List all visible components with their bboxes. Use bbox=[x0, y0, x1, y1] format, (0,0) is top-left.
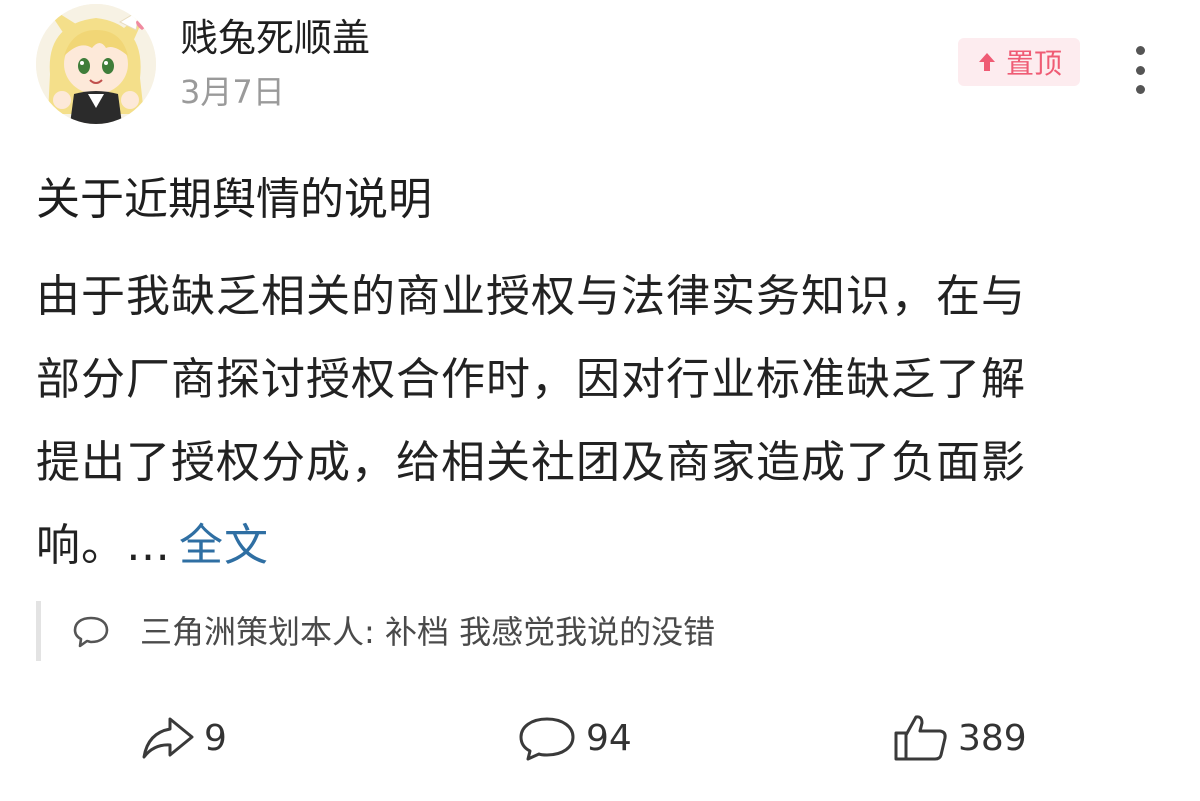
post-body[interactable]: 由于我缺乏相关的商业授权与法律实务知识，在与 部分厂商探讨授权合作时，因对行业标… bbox=[36, 255, 1166, 587]
quoted-comment-text: 三角洲策划本人: 补档 我感觉我说的没错 bbox=[140, 613, 716, 651]
pinned-badge: 置顶 bbox=[958, 38, 1080, 86]
post-line-last: 响。… 全文 bbox=[36, 504, 1166, 587]
post-date: 3月7日 bbox=[180, 73, 285, 111]
like-button[interactable]: 389 bbox=[892, 708, 1027, 768]
full-text-link[interactable]: 全文 bbox=[179, 520, 269, 571]
thumbs-up-icon bbox=[894, 715, 947, 761]
more-vertical-icon bbox=[1135, 46, 1145, 55]
quoted-comment[interactable]: 三角洲策划本人: 补档 我感觉我说的没错 bbox=[72, 610, 715, 654]
post-line: 响。… bbox=[36, 520, 171, 571]
share-arrow-icon bbox=[142, 717, 194, 759]
share-count: 9 bbox=[204, 717, 227, 759]
arrow-up-icon bbox=[978, 53, 995, 71]
avatar-image bbox=[36, 4, 156, 124]
comment-count: 94 bbox=[586, 717, 632, 759]
more-options-button[interactable] bbox=[1124, 46, 1156, 94]
post-title: 关于近期舆情的说明 bbox=[36, 174, 432, 225]
pinned-label: 置顶 bbox=[1005, 47, 1062, 80]
like-count: 389 bbox=[958, 717, 1027, 759]
post-line: 由于我缺乏相关的商业授权与法律实务知识，在与 bbox=[36, 271, 1026, 322]
comment-bubble-icon bbox=[73, 616, 109, 648]
share-button[interactable]: 9 bbox=[140, 708, 227, 768]
comment-icon bbox=[519, 717, 575, 761]
post-line: 部分厂商探讨授权合作时，因对行业标准缺乏了解 bbox=[36, 354, 1026, 405]
comment-button[interactable]: 94 bbox=[516, 708, 632, 768]
author-name[interactable]: 贱兔死顺盖 bbox=[180, 14, 370, 62]
post-line: 提出了授权分成，给相关社团及商家造成了负面影 bbox=[36, 437, 1026, 488]
avatar[interactable] bbox=[36, 4, 156, 124]
quote-bar bbox=[36, 601, 41, 661]
